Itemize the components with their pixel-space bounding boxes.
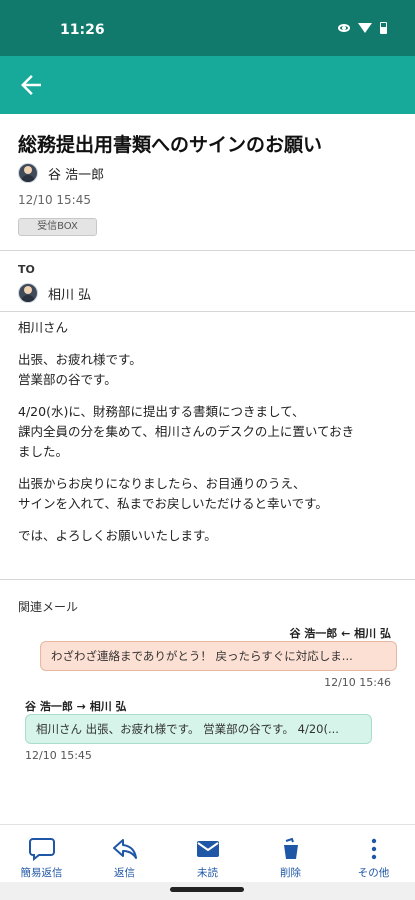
- nav-label: 未読: [197, 867, 218, 879]
- reply-button[interactable]: 返信: [83, 825, 166, 883]
- divider: [0, 579, 415, 580]
- status-time: 11:26: [60, 22, 105, 38]
- bottom-nav: 簡易返信 返信 未読 削除 その他: [0, 824, 415, 882]
- nav-label: 簡易返信: [20, 867, 63, 879]
- outgoing-mail-bubble[interactable]: わざわざ連絡までありがとう！ 戻ったらすぐに対応しま...: [40, 641, 397, 671]
- outgoing-mail-time: 12/10 15:46: [324, 676, 391, 689]
- body-paragraph: 出張、お疲れ様です。 営業部の谷です。: [18, 352, 142, 387]
- arrow-left-icon: [21, 75, 41, 95]
- wifi-icon: [358, 23, 372, 33]
- to-label: TO: [18, 263, 35, 276]
- more-button[interactable]: その他: [332, 825, 415, 883]
- nav-label: その他: [357, 867, 390, 879]
- incoming-mail-bubble[interactable]: 相川さん 出張、お疲れ様です。 営業部の谷です。 4/20(...: [25, 714, 372, 744]
- recipient[interactable]: 相川 弘: [18, 283, 91, 303]
- divider: [0, 250, 415, 251]
- nav-label: 削除: [280, 867, 301, 879]
- nav-label: 返信: [114, 867, 135, 879]
- divider: [0, 311, 415, 312]
- back-button[interactable]: [16, 70, 46, 100]
- mark-unread-button[interactable]: 未読: [166, 825, 249, 883]
- body-paragraph: 出張からお戻りになりましたら、お目通りのうえ、 サインを入れて、私までお戻しいた…: [18, 476, 328, 511]
- battery-icon: [380, 22, 387, 34]
- app-bar: [0, 56, 415, 114]
- recipient-avatar: [18, 283, 38, 303]
- status-bar: 11:26: [0, 0, 415, 56]
- mail-datetime: 12/10 15:45: [18, 193, 91, 207]
- incoming-thread-header: 谷 浩一郎 → 相川 弘: [25, 700, 127, 713]
- more-vert-icon: [360, 837, 388, 861]
- body-paragraph: 4/20(水)に、財務部に提出する書類につきまして、 課内全員の分を集めて、相川…: [18, 404, 355, 459]
- body-paragraph: 相川さん: [18, 320, 69, 335]
- related-mail-label: 関連メール: [18, 600, 79, 614]
- quick-reply-button[interactable]: 簡易返信: [0, 825, 83, 883]
- eye-icon: [338, 24, 350, 32]
- envelope-icon: [194, 837, 222, 861]
- incoming-mail-time: 12/10 15:45: [25, 749, 92, 762]
- body-paragraph: では、よろしくお願いいたします。: [18, 528, 217, 543]
- folder-badge: 受信BOX: [18, 218, 97, 236]
- home-indicator[interactable]: [170, 887, 244, 892]
- sender[interactable]: 谷 浩一郎: [18, 163, 104, 183]
- delete-button[interactable]: 削除: [249, 825, 332, 883]
- sender-avatar: [18, 163, 38, 183]
- recipient-name: 相川 弘: [48, 287, 92, 303]
- speech-bubble-icon: [28, 837, 56, 862]
- reply-icon: [111, 837, 139, 861]
- trash-icon: [277, 837, 305, 861]
- mail-body: 相川さん 出張、お疲れ様です。 営業部の谷です。 4/20(水)に、財務部に提出…: [18, 318, 403, 558]
- gesture-area: [0, 882, 415, 900]
- outgoing-thread-header: 谷 浩一郎 ← 相川 弘: [289, 627, 391, 640]
- sender-name: 谷 浩一郎: [48, 167, 105, 183]
- status-icons: [338, 22, 387, 34]
- mail-subject: 総務提出用書類へのサインのお願い: [18, 134, 323, 156]
